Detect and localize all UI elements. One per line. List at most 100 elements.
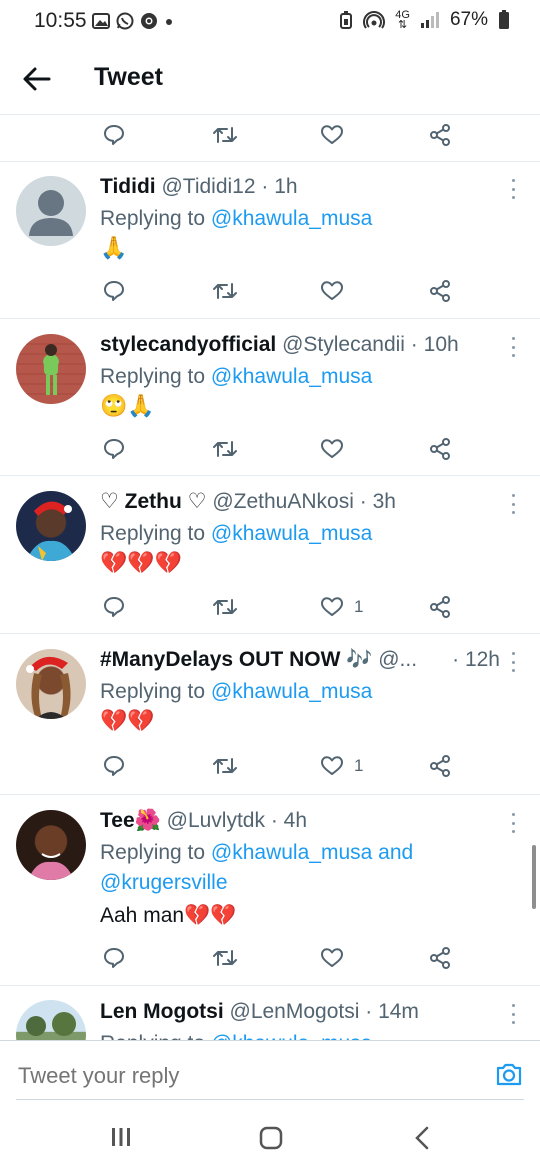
more-options-icon[interactable] <box>508 813 518 833</box>
status-time: 10:55 <box>34 9 87 32</box>
tweet-item[interactable]: ♡ Zethu ♡ @ZethuANkosi · 3h Replying to … <box>0 476 540 634</box>
scrollbar-thumb[interactable] <box>532 845 536 909</box>
back-nav-icon[interactable] <box>412 1126 432 1150</box>
user-handle[interactable]: @... <box>378 648 417 671</box>
tweet-time[interactable]: 10h <box>424 333 459 356</box>
mention-link[interactable]: @khawula_musa <box>211 522 372 545</box>
user-handle[interactable]: @Stylecandii <box>282 333 405 356</box>
profile-photo-icon <box>26 501 76 561</box>
mention-link[interactable]: @khawula_musa <box>211 365 372 388</box>
retweet-icon <box>213 441 237 457</box>
mention-link[interactable]: @khawula_musa <box>211 1032 372 1040</box>
reply-button[interactable] <box>102 279 126 303</box>
more-options-icon[interactable] <box>508 1004 518 1024</box>
like-button[interactable] <box>320 946 354 970</box>
share-icon <box>430 947 450 969</box>
tweet-time[interactable]: 4h <box>284 809 307 832</box>
tweet-body: ♡ Zethu ♡ @ZethuANkosi · 3h Replying to … <box>100 488 506 579</box>
retweet-icon <box>213 950 237 966</box>
more-options-icon[interactable] <box>508 494 518 514</box>
heart-icon <box>321 756 343 775</box>
like-button[interactable] <box>320 123 344 147</box>
share-button[interactable] <box>428 595 452 619</box>
recent-apps-icon[interactable] <box>110 1126 132 1148</box>
like-button[interactable] <box>320 437 354 461</box>
retweet-icon <box>213 127 237 143</box>
retweet-button[interactable] <box>212 279 238 303</box>
tweet-header: Len Mogotsi @LenMogotsi · 14m <box>100 1000 419 1023</box>
tweet-time[interactable]: 14m <box>378 1000 419 1023</box>
action-bar <box>0 273 540 309</box>
tweet-time[interactable]: 1h <box>274 175 297 198</box>
tweet-header: Tididi @Tididi12 · 1h <box>100 175 298 198</box>
share-icon <box>430 596 450 618</box>
tweet-time[interactable]: 3h <box>373 490 396 513</box>
reply-button[interactable] <box>102 595 126 619</box>
retweet-button[interactable] <box>212 437 238 461</box>
tweet-item[interactable]: stylecandyofficial @Stylecandii · 10h Re… <box>0 319 540 476</box>
share-button[interactable] <box>428 754 452 778</box>
user-handle[interactable]: @LenMogotsi <box>230 1000 360 1023</box>
user-handle[interactable]: @Luvlytdk <box>167 809 265 832</box>
like-count: 1 <box>354 756 364 775</box>
display-name[interactable]: #ManyDelays OUT NOW 🎶 <box>100 648 372 671</box>
tweet-item[interactable]: Tee🌺 @Luvlytdk · 4h Replying to @khawula… <box>0 795 540 986</box>
tweet-item[interactable]: #ManyDelays OUT NOW 🎶 @... · 12h Replyin… <box>0 634 540 795</box>
more-options-icon[interactable] <box>508 179 518 199</box>
mention-link[interactable]: @krugersville <box>100 871 228 894</box>
back-arrow-icon[interactable] <box>22 64 52 94</box>
display-name[interactable]: Tididi <box>100 175 156 198</box>
retweet-button[interactable] <box>212 123 238 147</box>
mention-link[interactable]: @khawula_musa <box>211 680 372 703</box>
replying-to: Replying to @khawula_musa and @krugersvil… <box>100 841 414 894</box>
tweet-time[interactable]: 12h <box>465 648 500 671</box>
tweet-item[interactable]: Tididi @Tididi12 · 1h Replying to @khawu… <box>0 161 540 319</box>
user-handle[interactable]: @Tididi12 <box>161 175 255 198</box>
more-options-icon[interactable] <box>508 337 518 357</box>
camera-icon[interactable] <box>494 1059 524 1089</box>
replies-feed[interactable]: Tididi @Tididi12 · 1h Replying to @khawu… <box>0 115 540 1040</box>
share-button[interactable] <box>428 279 452 303</box>
avatar[interactable] <box>16 649 86 719</box>
reply-button[interactable] <box>102 123 126 147</box>
system-nav-bar <box>0 1108 540 1170</box>
user-handle[interactable]: @ZethuANkosi <box>212 490 354 513</box>
page-title: Tweet <box>94 63 163 91</box>
tweet-body: Tee🌺 @Luvlytdk · 4h Replying to @khawula… <box>100 807 506 931</box>
home-icon[interactable] <box>259 1126 283 1150</box>
action-bar <box>0 117 540 153</box>
display-name[interactable]: Len Mogotsi <box>100 1000 224 1023</box>
display-name[interactable]: Tee🌺 <box>100 809 161 832</box>
display-name[interactable]: stylecandyofficial <box>100 333 276 356</box>
retweet-button[interactable] <box>212 754 238 778</box>
retweet-icon <box>213 758 237 774</box>
reply-input[interactable] <box>16 1049 470 1103</box>
whatsapp-icon <box>116 12 134 30</box>
retweet-button[interactable] <box>212 946 238 970</box>
like-button[interactable] <box>320 279 354 303</box>
tweet-item[interactable]: Len Mogotsi @LenMogotsi · 14m Replying t… <box>0 986 540 1040</box>
like-button[interactable]: 1 <box>320 595 363 619</box>
more-options-icon[interactable] <box>508 652 518 672</box>
reply-button[interactable] <box>102 946 126 970</box>
like-button[interactable]: 1 <box>320 754 363 778</box>
reply-button[interactable] <box>102 754 126 778</box>
avatar[interactable] <box>16 491 86 561</box>
avatar[interactable] <box>16 810 86 880</box>
battery-saver-icon <box>340 11 353 29</box>
avatar[interactable] <box>16 1000 86 1040</box>
display-name[interactable]: ♡ Zethu ♡ <box>100 490 206 513</box>
share-button[interactable] <box>428 123 452 147</box>
tweet-text: Aah man💔💔 <box>100 904 237 927</box>
action-bar: 1 <box>0 589 540 625</box>
share-icon <box>430 280 450 302</box>
mention-link[interactable]: @khawula_musa <box>211 207 372 230</box>
retweet-button[interactable] <box>212 595 238 619</box>
reply-button[interactable] <box>102 437 126 461</box>
mention-link[interactable]: @khawula_musa <box>211 841 372 864</box>
tweet-body: #ManyDelays OUT NOW 🎶 @... · 12h Replyin… <box>100 646 500 737</box>
avatar[interactable] <box>16 334 86 404</box>
share-button[interactable] <box>428 437 452 461</box>
share-button[interactable] <box>428 946 452 970</box>
avatar[interactable] <box>16 176 86 246</box>
